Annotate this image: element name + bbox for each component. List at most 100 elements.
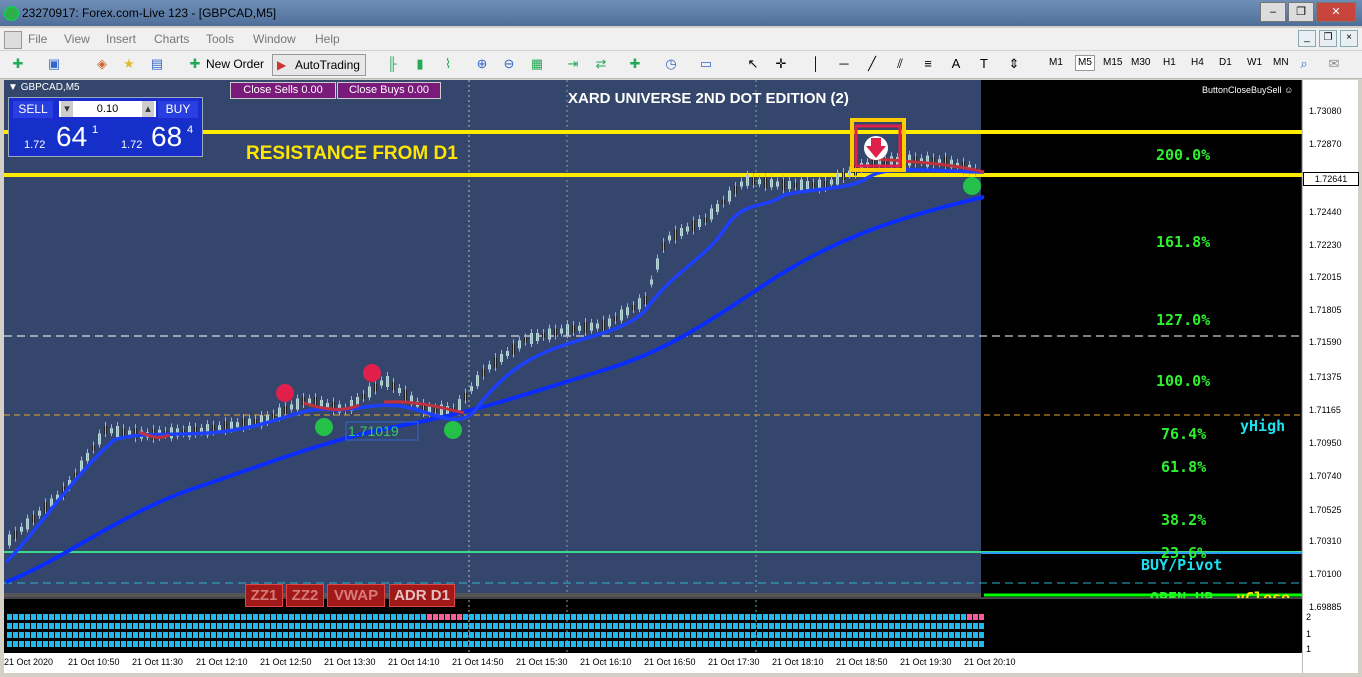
chart-window[interactable]: ▼ GBPCAD,M5 SELL ▾ 0.10 ▴ BUY 1.72 64 1 … xyxy=(4,80,1359,673)
timeframe-w1[interactable]: W1 xyxy=(1247,57,1262,68)
chat-icon[interactable]: ✉ xyxy=(1326,56,1342,72)
market-watch-icon[interactable]: ◈ xyxy=(94,56,110,72)
indicator-dot xyxy=(649,614,654,620)
chart-window-icon[interactable] xyxy=(4,31,22,49)
sell-price-box[interactable]: 1.72 64 1 xyxy=(12,121,104,153)
timeframe-mn[interactable]: MN xyxy=(1273,57,1289,68)
mdi-restore-button[interactable]: ❐ xyxy=(1319,30,1337,47)
timeframe-m15[interactable]: M15 xyxy=(1103,57,1122,68)
buy-button[interactable]: BUY xyxy=(158,101,198,118)
candlestick-icon[interactable]: ▮ xyxy=(412,56,428,72)
arrows-icon[interactable]: ⇕ xyxy=(1006,56,1022,72)
close-button[interactable]: ✕ xyxy=(1316,2,1356,22)
indicator-dot xyxy=(571,632,576,638)
menu-window[interactable]: Window xyxy=(253,32,296,46)
zz1-button[interactable]: ZZ1 xyxy=(245,584,283,607)
fibonacci-icon[interactable]: ≡ xyxy=(920,56,936,72)
templates-icon[interactable]: ▭ xyxy=(698,56,714,72)
indicator-dot xyxy=(895,641,900,647)
indicator-dot xyxy=(589,614,594,620)
indicator-dot xyxy=(541,614,546,620)
indicator-dot xyxy=(919,614,924,620)
indicator-dot xyxy=(847,623,852,629)
terminal-icon[interactable]: ▤ xyxy=(149,56,165,72)
indicator-dot xyxy=(475,623,480,629)
autotrading-button[interactable]: ▶ AutoTrading xyxy=(272,54,366,76)
menu-file[interactable]: File xyxy=(28,32,47,46)
line-chart-icon[interactable]: ⌇ xyxy=(440,56,456,72)
periods-icon[interactable]: ◷ xyxy=(663,56,679,72)
timeframe-h4[interactable]: H4 xyxy=(1191,57,1204,68)
mdi-close-button[interactable]: × xyxy=(1340,30,1358,47)
zz2-button[interactable]: ZZ2 xyxy=(286,584,324,607)
one-click-trading-panel: SELL ▾ 0.10 ▴ BUY 1.72 64 1 1.72 68 4 xyxy=(8,97,203,157)
chart-shift-icon[interactable]: ⇥ xyxy=(565,56,581,72)
trendline-icon[interactable]: ╱ xyxy=(864,56,880,72)
menu-help[interactable]: Help xyxy=(315,32,340,46)
menu-insert[interactable]: Insert xyxy=(106,32,136,46)
lot-increase-button[interactable]: ▴ xyxy=(142,101,154,117)
timeframe-m30[interactable]: M30 xyxy=(1131,57,1150,68)
price-axis-tick: 1.71375 xyxy=(1309,372,1342,382)
close-buys-button[interactable]: Close Buys 0.00 xyxy=(337,82,441,99)
price-axis-tick: 1.73080 xyxy=(1309,106,1342,116)
vwap-button[interactable]: VWAP xyxy=(327,584,385,607)
button-close-buy-sell-label[interactable]: ButtonCloseBuySell ☺ xyxy=(1202,85,1293,95)
indicator-dot xyxy=(751,614,756,620)
indicator-dot xyxy=(835,614,840,620)
menu-charts[interactable]: Charts xyxy=(154,32,189,46)
indicator-dot xyxy=(13,623,18,629)
vertical-line-icon[interactable]: │ xyxy=(808,56,824,72)
sell-button[interactable]: SELL xyxy=(13,101,53,118)
chart-canvas[interactable] xyxy=(4,80,1358,673)
maximize-button[interactable]: ❐ xyxy=(1288,2,1314,22)
indicator-dot xyxy=(319,641,324,647)
navigator-icon[interactable]: ★ xyxy=(121,56,137,72)
lot-decrease-button[interactable]: ▾ xyxy=(61,101,73,117)
indicator-dot xyxy=(631,632,636,638)
profiles-icon[interactable]: ▣ xyxy=(46,56,62,72)
search-icon[interactable]: ⌕ xyxy=(1296,56,1312,72)
timeframe-m5[interactable]: M5 xyxy=(1075,55,1095,71)
indicator-dot xyxy=(55,641,60,647)
new-chart-icon[interactable]: ✚ xyxy=(10,56,26,72)
buy-price-box[interactable]: 1.72 68 4 xyxy=(107,121,199,153)
indicator-dot xyxy=(43,623,48,629)
equidistant-channel-icon[interactable]: ⫽ xyxy=(892,56,908,72)
horizontal-line-icon[interactable]: ─ xyxy=(836,56,852,72)
bar-chart-icon[interactable]: ╟ xyxy=(384,56,400,72)
sell-price-prefix: 1.72 xyxy=(24,139,46,151)
price-axis-tick: 1.72870 xyxy=(1309,139,1342,149)
indicator-dot xyxy=(685,614,690,620)
zoom-out-icon[interactable]: ⊖ xyxy=(501,56,517,72)
tile-windows-icon[interactable]: ▦ xyxy=(529,56,545,72)
new-order-icon[interactable]: ✚ xyxy=(187,56,203,72)
menu-tools[interactable]: Tools xyxy=(206,32,234,46)
new-order-button[interactable]: New Order xyxy=(206,54,264,74)
indicator-dot xyxy=(223,614,228,620)
timeframe-d1[interactable]: D1 xyxy=(1219,57,1232,68)
lot-size-value: 0.10 xyxy=(96,103,119,115)
adr-d1-button[interactable]: ADR D1 xyxy=(389,584,455,607)
indicator-dot xyxy=(589,641,594,647)
lot-size-input[interactable]: ▾ 0.10 ▴ xyxy=(59,101,156,117)
mdi-minimize-button[interactable]: _ xyxy=(1298,30,1316,47)
menu-view[interactable]: View xyxy=(64,32,90,46)
indicators-icon[interactable]: ✚ xyxy=(627,56,643,72)
zoom-in-icon[interactable]: ⊕ xyxy=(474,56,490,72)
indicator-dot xyxy=(421,623,426,629)
crosshair-icon[interactable]: ✛ xyxy=(773,56,789,72)
indicator-dot xyxy=(295,641,300,647)
close-sells-button[interactable]: Close Sells 0.00 xyxy=(230,82,336,99)
cursor-icon[interactable]: ↖ xyxy=(745,56,761,72)
text-label-icon[interactable]: T xyxy=(976,56,992,72)
indicator-dot xyxy=(283,614,288,620)
indicator-dot xyxy=(787,614,792,620)
timeframe-h1[interactable]: H1 xyxy=(1163,57,1176,68)
indicator-dot xyxy=(559,623,564,629)
timeframe-m1[interactable]: M1 xyxy=(1049,57,1063,68)
minimize-button[interactable]: – xyxy=(1260,2,1286,22)
text-icon[interactable]: A xyxy=(948,56,964,72)
time-axis-tick: 21 Oct 15:30 xyxy=(516,657,568,667)
autoscroll-icon[interactable]: ⇄ xyxy=(593,56,609,72)
